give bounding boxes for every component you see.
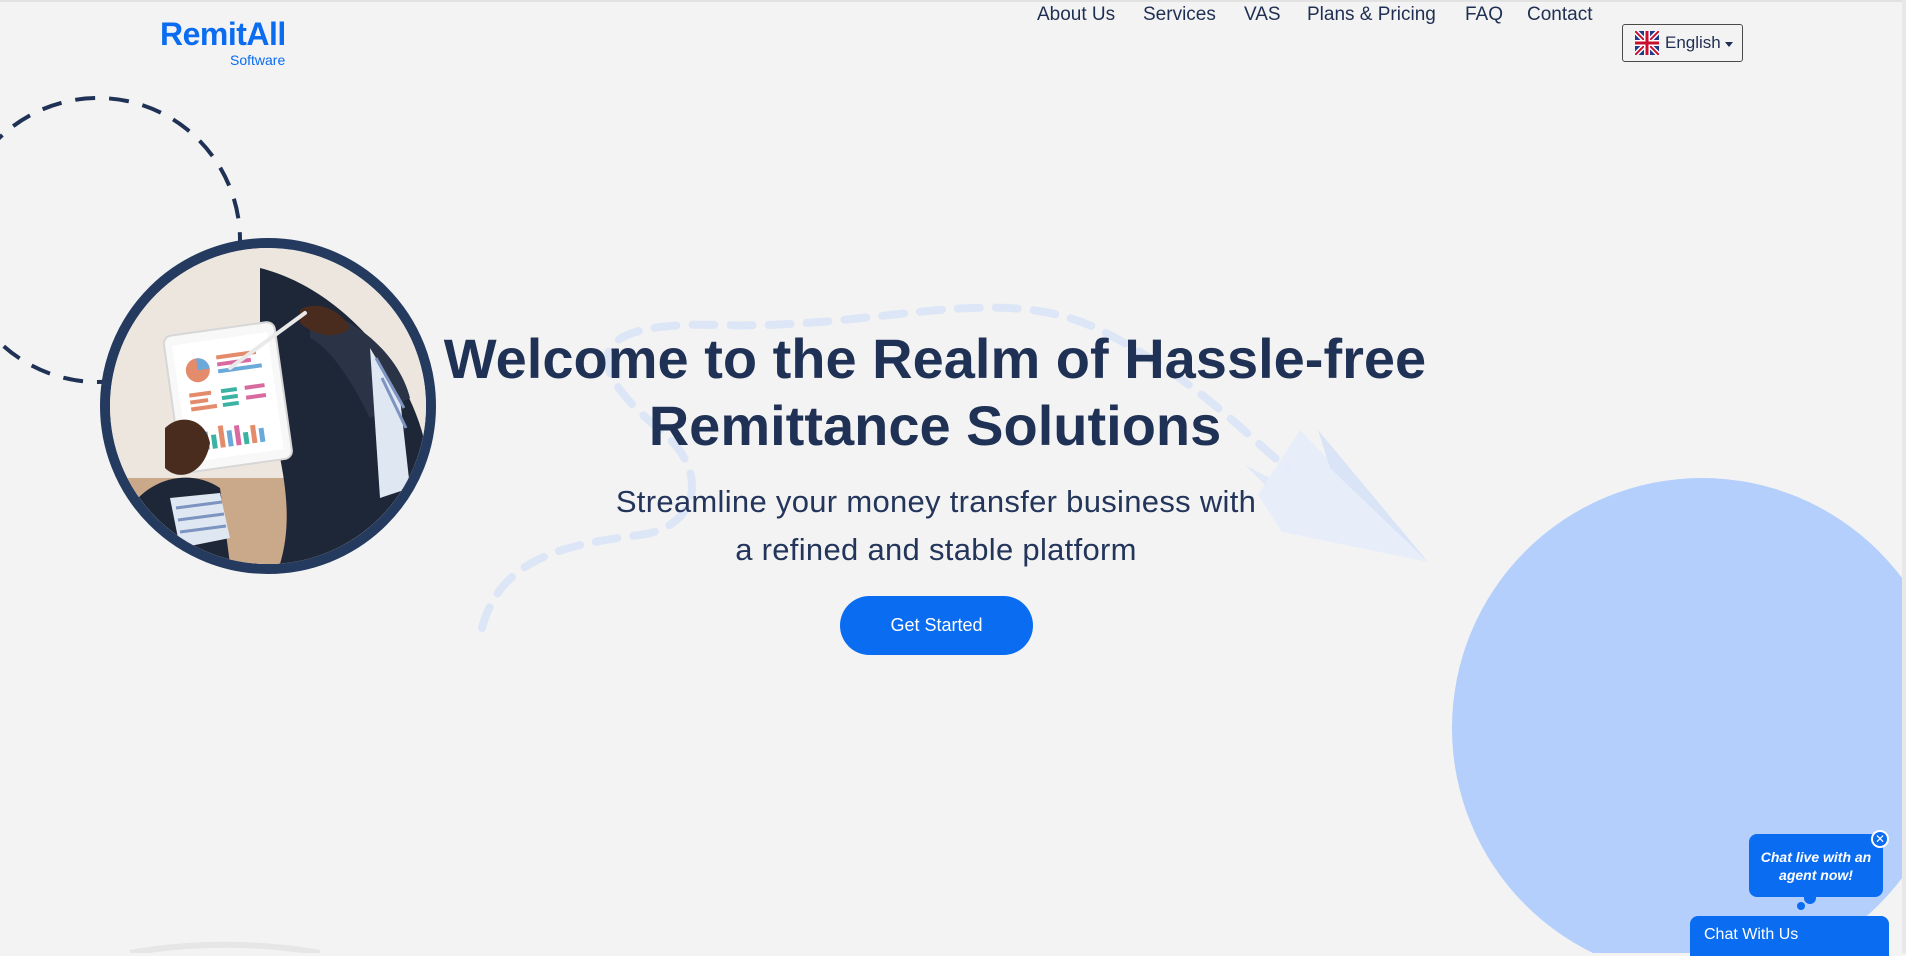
nav-plans-pricing[interactable]: Plans & Pricing [1307, 4, 1436, 26]
bubble-tail [1804, 892, 1816, 904]
bubble-tail-small [1797, 902, 1805, 910]
nav-faq[interactable]: FAQ [1465, 4, 1503, 26]
brand-logo[interactable]: RemitAll Software [160, 16, 300, 72]
chat-prompt-bubble[interactable]: Chat live with an agent now! [1749, 834, 1883, 897]
language-label: English [1665, 33, 1721, 52]
chat-with-us-button[interactable]: Chat With Us [1690, 916, 1889, 956]
nav-services[interactable]: Services [1143, 4, 1216, 26]
chat-prompt-line-2: agent now! [1779, 867, 1853, 883]
brand-tagline: Software [230, 52, 286, 68]
chat-prompt-line-1: Chat live with an [1760, 849, 1872, 865]
uk-flag-icon [1635, 31, 1659, 55]
hero-photo [100, 238, 436, 574]
hero-title-line-1: Welcome to the Realm of Hassle-free [443, 327, 1427, 390]
nav-vas[interactable]: VAS [1244, 4, 1281, 26]
nav-contact[interactable]: Contact [1527, 4, 1592, 26]
close-icon[interactable]: ✕ [1871, 830, 1889, 848]
hero-subtitle-line-2: a refined and stable platform [735, 532, 1137, 567]
brand-name: RemitAll [160, 16, 286, 52]
nav-about-us[interactable]: About Us [1037, 4, 1115, 26]
hero-title: Welcome to the Realm of Hassle-free Remi… [430, 325, 1440, 459]
tablet-analytics-photo [110, 248, 426, 564]
page-scrollbar[interactable] [1902, 0, 1906, 953]
language-selector[interactable]: English [1622, 24, 1743, 62]
hero-subtitle: Streamline your money transfer business … [560, 478, 1312, 574]
chevron-down-icon [1724, 41, 1733, 47]
hero-title-line-2: Remittance Solutions [648, 394, 1222, 457]
top-border [0, 0, 1906, 2]
get-started-button[interactable]: Get Started [840, 596, 1033, 655]
hero-subtitle-line-1: Streamline your money transfer business … [615, 484, 1257, 519]
